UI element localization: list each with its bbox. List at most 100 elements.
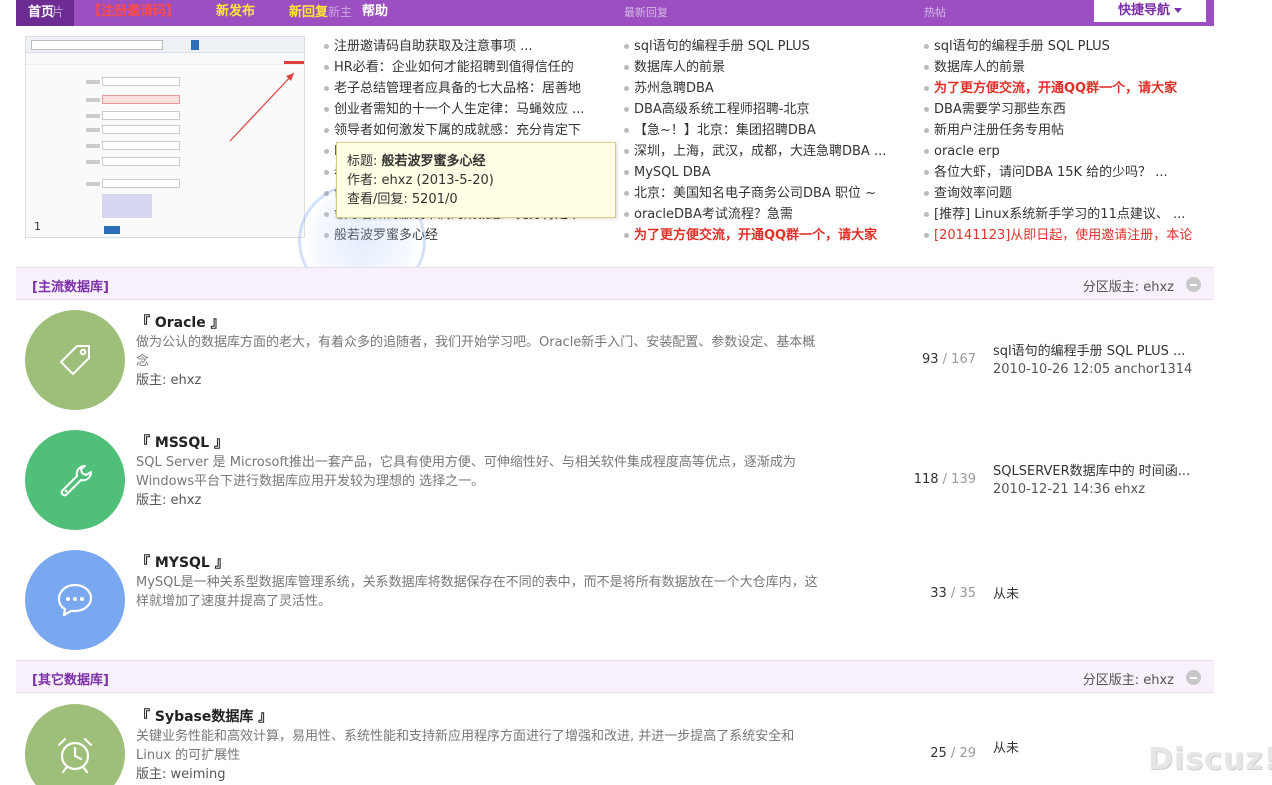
category-title[interactable]: [其它数据库] xyxy=(32,669,109,688)
forum-icon-link[interactable] xyxy=(25,704,125,785)
category-title[interactable]: [主流数据库] xyxy=(32,276,109,295)
slide-search-box xyxy=(31,40,163,50)
thread-link[interactable]: DBA需要学习那些东西 xyxy=(924,99,1208,120)
nav-home-ghost-text: 片 xyxy=(52,5,65,19)
thread-link[interactable]: 各位大虾，请问DBA 15K 给的少吗？ ... xyxy=(924,162,1208,183)
thread-list-latest-reply: sql语句的编程手册 SQL PLUS 数据库人的前景 苏州急聘DBA DBA高级系统… xyxy=(624,36,908,246)
thread-title: 注册邀请码自助获取及注意事项 ... xyxy=(334,39,533,54)
thread-count: 118 xyxy=(913,472,939,487)
thread-link[interactable]: 注册邀请码自助获取及注意事项 ... xyxy=(324,36,606,57)
category-moderator: 分区版主: ehxz xyxy=(1082,280,1174,295)
last-post-time[interactable]: 2010-10-26 12:05 anchor1314 xyxy=(993,361,1213,379)
thread-link[interactable]: 苏州急聘DBA xyxy=(624,78,908,99)
collapse-icon[interactable] xyxy=(1186,670,1201,685)
forum-counts: 33 / 35 xyxy=(930,586,976,601)
thread-title: sql语句的编程手册 SQL PLUS xyxy=(934,39,1110,54)
bullet-icon xyxy=(324,128,329,133)
forum-icon-link[interactable] xyxy=(25,430,125,530)
bullet-icon xyxy=(624,149,629,154)
nav-new-posts[interactable]: 新发布 xyxy=(216,0,255,26)
thread-title: MySQL DBA xyxy=(634,165,711,180)
forum-name[interactable]: 『 Oracle 』 xyxy=(136,312,225,332)
forum-icon-link[interactable] xyxy=(25,310,125,410)
tooltip-title-label: 标题: xyxy=(347,154,382,169)
discuz-watermark: Discuz! xyxy=(1148,742,1272,777)
post-count: 139 xyxy=(951,472,976,487)
thread-link[interactable]: [推荐] Linux系统新手学习的11点建议、 ... xyxy=(924,204,1208,225)
thread-link[interactable]: 为了更方便交流，开通QQ群一个，请大家 xyxy=(624,225,908,246)
bullet-icon xyxy=(924,170,929,175)
thread-link[interactable]: oracle erp xyxy=(924,141,1208,162)
thread-link[interactable]: 【急~！】北京：集团招聘DBA xyxy=(624,120,908,141)
nav-new-replies[interactable]: 新回复新主 xyxy=(289,0,352,26)
slide-search-icon xyxy=(191,40,199,50)
forum-desc-text: MySQL是一种关系型数据库管理系统，关系数据库将数据保存在不同的表中，而不是将… xyxy=(136,575,818,609)
quick-nav-button[interactable]: 快捷导航 xyxy=(1094,0,1206,22)
thread-link[interactable]: oracleDBA考试流程？急需 xyxy=(624,204,908,225)
chevron-down-icon xyxy=(1174,8,1182,13)
thread-link[interactable]: 领导者如何激发下属的成就感：充分肯定下 xyxy=(324,120,606,141)
thread-title: 深圳，上海，武汉，成都，大连急聘DBA ... xyxy=(634,144,887,159)
bullet-icon xyxy=(924,212,929,217)
tooltip-stats: 查看/回复: 5201/0 xyxy=(347,192,458,207)
tooltip-title-line: 标题: 般若波罗蜜多心经 xyxy=(347,152,605,171)
thread-link[interactable]: [20141123]从即日起，使用邀请注册，本论 xyxy=(924,225,1208,246)
bullet-icon xyxy=(624,44,629,49)
thread-title: 新用户注册任务专用帖 xyxy=(934,123,1065,138)
slide-image[interactable]: 1 xyxy=(25,36,305,238)
thread-title: DBA需要学习那些东西 xyxy=(934,102,1066,117)
forum-name[interactable]: 『 MYSQL 』 xyxy=(136,552,229,572)
nav-new-replies-label: 新回复 xyxy=(289,5,329,20)
bullet-icon xyxy=(924,128,929,133)
bullet-icon xyxy=(324,86,329,91)
thread-link[interactable]: 深圳，上海，武汉，成都，大连急聘DBA ... xyxy=(624,141,908,162)
forum-description: 关键业务性能和高效计算，易用性、系统性能和支持新应用程序方面进行了增强和改进, … xyxy=(136,727,826,784)
thread-title: [20141123]从即日起，使用邀请注册，本论 xyxy=(934,228,1193,243)
bullet-icon xyxy=(624,233,629,238)
post-count: 29 xyxy=(959,746,976,761)
thread-link[interactable]: DBA高级系统工程师招聘-北京 xyxy=(624,99,908,120)
slide-form-row xyxy=(86,125,236,135)
forum-name[interactable]: 『 MSSQL 』 xyxy=(136,432,228,452)
forum-description: SQL Server 是 Microsoft推出一套产品，它具有使用方便、可伸缩… xyxy=(136,453,826,510)
bullet-icon xyxy=(624,86,629,91)
thread-link[interactable]: MySQL DBA xyxy=(624,162,908,183)
forum-desc-text: 做为公认的数据库方面的老大，有着众多的追随者，我们开始学习吧。Oracle新手入… xyxy=(136,335,816,369)
thread-link[interactable]: 数据库人的前景 xyxy=(624,57,908,78)
forum-name[interactable]: 『 Sybase数据库 』 xyxy=(136,706,272,726)
nav-home[interactable]: 首页片 xyxy=(16,0,74,26)
thread-link[interactable]: 北京：美国知名电子商务公司DBA 职位 ~ xyxy=(624,183,908,204)
thread-link[interactable]: 为了更方便交流，开通QQ群一个，请大家 xyxy=(924,78,1208,99)
thread-link[interactable]: 数据库人的前景 xyxy=(924,57,1208,78)
thread-title: 领导者如何激发下属的成就感：充分肯定下 xyxy=(334,123,582,138)
nav-register-invite[interactable]: 【注册邀请码】 xyxy=(88,0,179,26)
thread-link[interactable]: sql语句的编程手册 SQL PLUS xyxy=(924,36,1208,57)
thread-link[interactable]: 创业者需知的十一个人生定律：马蝇效应 ... xyxy=(324,99,606,120)
bullet-icon xyxy=(324,149,329,154)
last-post-time[interactable]: 2010-12-21 14:36 ehxz xyxy=(993,481,1213,499)
forum-counts: 93 / 167 xyxy=(921,352,976,367)
thread-title: 北京：美国知名电子商务公司DBA 职位 ~ xyxy=(634,186,876,201)
thread-link[interactable]: sql语句的编程手册 SQL PLUS xyxy=(624,36,908,57)
nav-home-label: 首页 xyxy=(28,5,55,20)
col-label-hot: 热帖 xyxy=(924,6,946,19)
bullet-icon xyxy=(924,149,929,154)
forum-last-post: SQLSERVER数据库中的 时间函... 2010-12-21 14:36 eh… xyxy=(993,463,1213,499)
thread-link[interactable]: 查询效率问题 xyxy=(924,183,1208,204)
nav-help[interactable]: 帮助 xyxy=(362,0,388,26)
last-post-link[interactable]: SQLSERVER数据库中的 时间函... xyxy=(993,464,1190,479)
slide-captcha-image xyxy=(102,194,152,218)
category-header-main: [主流数据库] 分区版主: ehxz xyxy=(16,267,1214,300)
forum-icon-link[interactable] xyxy=(25,550,125,650)
post-count: 167 xyxy=(951,352,976,367)
bullet-icon xyxy=(324,44,329,49)
thread-link[interactable]: 老子总结管理者应具备的七大品格：居善地 xyxy=(324,78,606,99)
last-post-link[interactable]: sql语句的编程手册 SQL PLUS ... xyxy=(993,344,1185,359)
bullet-icon xyxy=(624,191,629,196)
thread-link[interactable]: 新用户注册任务专用帖 xyxy=(924,120,1208,141)
collapse-icon[interactable] xyxy=(1186,277,1201,292)
slide-page-number[interactable]: 1 xyxy=(34,220,41,233)
thread-link[interactable]: HR必看：企业如何才能招聘到值得信任的 xyxy=(324,57,606,78)
thread-count: 25 xyxy=(930,746,947,761)
slide-form-row xyxy=(86,111,236,121)
